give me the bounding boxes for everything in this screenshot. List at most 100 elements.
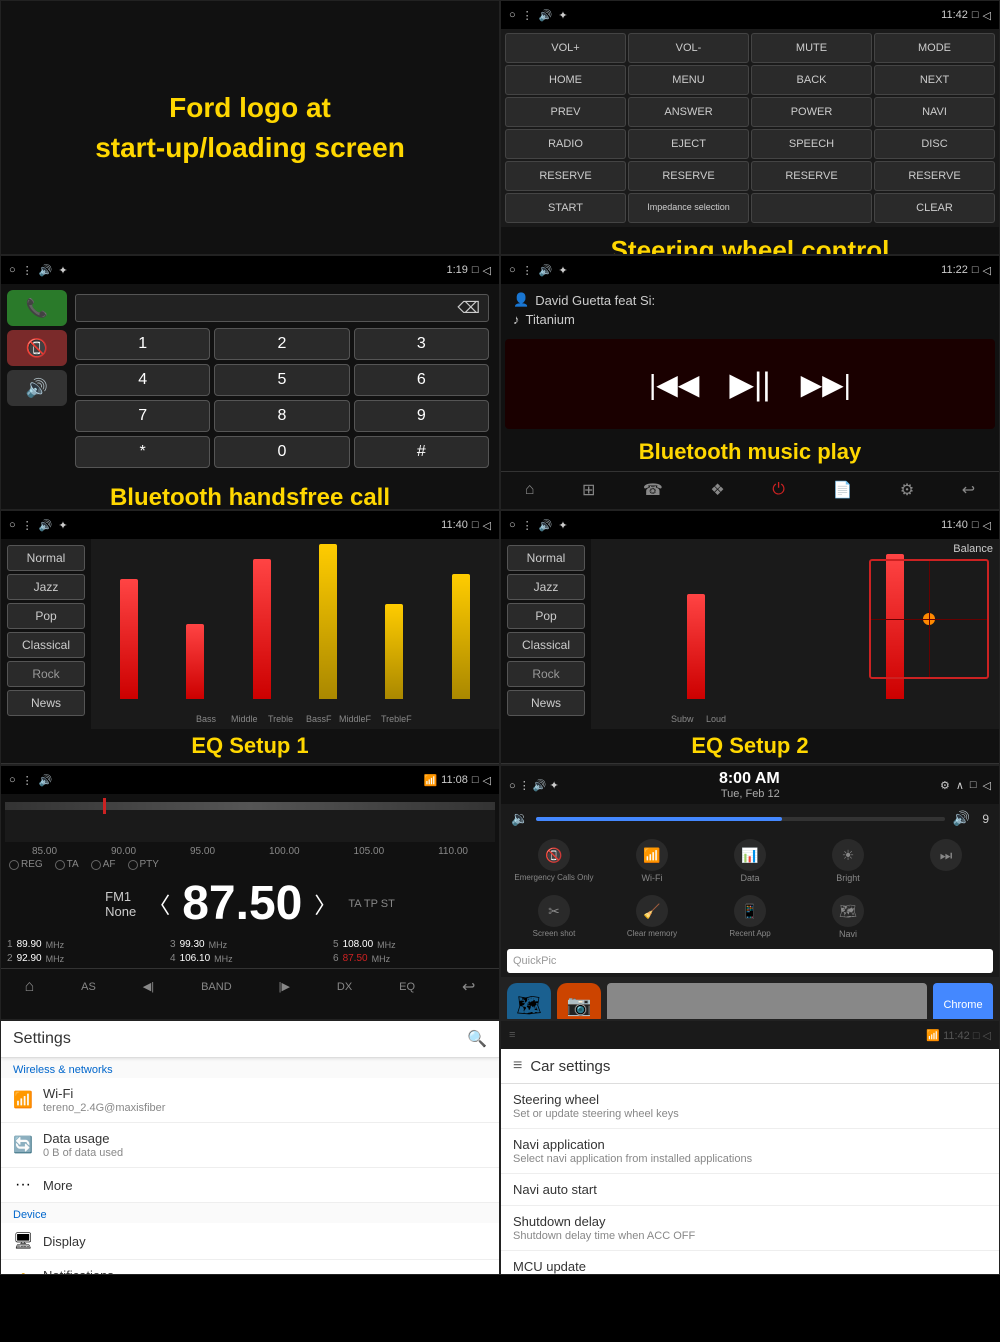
preset-6[interactable]: 687.50MHz: [333, 953, 493, 964]
eq-preset-normal[interactable]: Normal: [7, 545, 85, 571]
key-6[interactable]: 6: [354, 364, 489, 396]
navi-app-setting[interactable]: Navi application Select navi application…: [501, 1129, 999, 1174]
vol-up-icon[interactable]: 🔊: [953, 810, 970, 827]
sw-res1[interactable]: RESERVE: [505, 161, 626, 191]
reg-option[interactable]: REG: [9, 859, 43, 870]
search-settings-icon[interactable]: 🔍: [467, 1029, 487, 1049]
phone-icon[interactable]: ☎: [643, 480, 663, 500]
eq-preset-jazz[interactable]: Jazz: [7, 574, 85, 600]
navi-autostart-setting[interactable]: Navi auto start: [501, 1174, 999, 1206]
radio-band-button[interactable]: BAND: [201, 981, 232, 993]
data-usage-item[interactable]: 🔄 Data usage 0 B of data used: [1, 1123, 499, 1168]
sw-vol-minus[interactable]: VOL-: [628, 33, 749, 63]
preset-2[interactable]: 292.90MHz: [7, 953, 167, 964]
call-red-button[interactable]: 📵: [7, 330, 67, 366]
sw-home[interactable]: HOME: [505, 65, 626, 95]
radio-dx-button[interactable]: DX: [337, 981, 352, 993]
grid-icon[interactable]: ⊞: [582, 480, 595, 500]
eq-preset-classical[interactable]: Classical: [7, 632, 85, 658]
preset-4[interactable]: 4106.10MHz: [170, 953, 330, 964]
sw-eject[interactable]: EJECT: [628, 129, 749, 159]
sw-menu[interactable]: MENU: [628, 65, 749, 95]
notifications-item[interactable]: 🔔 Notifications 1 app blocked from sendi…: [1, 1260, 499, 1275]
sw-start[interactable]: START: [505, 193, 626, 223]
window-btn[interactable]: □: [970, 779, 977, 791]
settings-icon[interactable]: ⚙: [900, 480, 914, 500]
expand-icon[interactable]: ∧: [956, 779, 964, 792]
bar-bassf[interactable]: [319, 544, 337, 699]
eq2-preset-jazz[interactable]: Jazz: [507, 574, 585, 600]
call-green-button[interactable]: 📞: [7, 290, 67, 326]
toggle-recent-app[interactable]: 📱 Recent App: [703, 895, 797, 939]
key-9[interactable]: 9: [354, 400, 489, 432]
sw-radio[interactable]: RADIO: [505, 129, 626, 159]
sw-mute[interactable]: MUTE: [751, 33, 872, 63]
vol-down-icon[interactable]: 🔉: [511, 810, 528, 827]
eq2-preset-rock[interactable]: Rock: [507, 661, 585, 687]
toggle-next[interactable]: ⏭: [899, 839, 993, 883]
sw-power[interactable]: POWER: [751, 97, 872, 127]
key-8[interactable]: 8: [214, 400, 349, 432]
radio-back-icon[interactable]: ↩: [462, 977, 475, 997]
back-icon[interactable]: ↩: [962, 480, 975, 500]
settings-cog-icon[interactable]: ⚙: [940, 779, 950, 792]
eq2-preset-classical[interactable]: Classical: [507, 632, 585, 658]
bar-subw[interactable]: [687, 594, 705, 699]
radio-prev-button[interactable]: ◀|: [143, 980, 154, 993]
key-5[interactable]: 5: [214, 364, 349, 396]
key-0[interactable]: 0: [214, 436, 349, 468]
key-star[interactable]: *: [75, 436, 210, 468]
sw-imp[interactable]: Impedance selection: [628, 193, 749, 223]
pty-option[interactable]: PTY: [128, 859, 159, 870]
maps-app-icon[interactable]: 🗺: [507, 983, 551, 1020]
camera-app-icon[interactable]: 📷: [557, 983, 601, 1020]
eq2-preset-pop[interactable]: Pop: [507, 603, 585, 629]
key-1[interactable]: 1: [75, 328, 210, 360]
toggle-clear-memory[interactable]: 🧹 Clear memory: [605, 895, 699, 939]
wifi-setting-item[interactable]: 📶 Wi-Fi tereno_2.4G@maxisfiber: [1, 1078, 499, 1123]
preset-3[interactable]: 399.30MHz: [170, 939, 330, 950]
toggle-screenshot[interactable]: ✂ Screen shot: [507, 895, 601, 939]
play-pause-button[interactable]: ▶||: [729, 365, 770, 403]
mcu-update-setting[interactable]: MCU update Warning: No ignition and No p…: [501, 1251, 999, 1275]
sw-next[interactable]: NEXT: [874, 65, 995, 95]
eq2-preset-normal[interactable]: Normal: [507, 545, 585, 571]
shutdown-delay-setting[interactable]: Shutdown delay Shutdown delay time when …: [501, 1206, 999, 1251]
more-setting-item[interactable]: ··· More: [1, 1168, 499, 1203]
chrome-app-icon[interactable]: Chrome: [933, 983, 993, 1020]
sw-speech[interactable]: SPEECH: [751, 129, 872, 159]
display-setting-item[interactable]: 🖥 Display: [1, 1223, 499, 1260]
sw-res4[interactable]: RESERVE: [874, 161, 995, 191]
ta-option[interactable]: TA: [55, 859, 79, 870]
backspace-icon[interactable]: ⌫: [457, 298, 480, 318]
preset-5[interactable]: 5108.00MHz: [333, 939, 493, 950]
apps-icon[interactable]: ❖: [710, 480, 724, 500]
key-2[interactable]: 2: [214, 328, 349, 360]
toggle-wifi[interactable]: 📶 Wi-Fi: [605, 839, 699, 883]
speaker-button[interactable]: 🔊: [7, 370, 67, 406]
sw-vol-plus[interactable]: VOL+: [505, 33, 626, 63]
sw-back[interactable]: BACK: [751, 65, 872, 95]
key-7[interactable]: 7: [75, 400, 210, 432]
bar-treblef[interactable]: [452, 574, 470, 699]
toggle-data[interactable]: 📊 Data: [703, 839, 797, 883]
home-icon[interactable]: ⌂: [525, 481, 535, 499]
steering-wheel-setting[interactable]: Steering wheel Set or update steering wh…: [501, 1084, 999, 1129]
toggle-emergency[interactable]: 📵 Emergency Calls Only: [507, 839, 601, 883]
sw-clear[interactable]: CLEAR: [874, 193, 995, 223]
eq-preset-news[interactable]: News: [7, 690, 85, 716]
prev-track-button[interactable]: |◀◀: [649, 368, 699, 401]
next-track-button[interactable]: ▶▶|: [801, 368, 851, 401]
key-3[interactable]: 3: [354, 328, 489, 360]
power-icon[interactable]: ⏻: [772, 481, 785, 499]
sw-answer[interactable]: ANSWER: [628, 97, 749, 127]
sw-res2[interactable]: RESERVE: [628, 161, 749, 191]
sw-disc[interactable]: DISC: [874, 129, 995, 159]
volume-slider[interactable]: [536, 817, 944, 821]
eq-preset-pop[interactable]: Pop: [7, 603, 85, 629]
af-option[interactable]: AF: [91, 859, 116, 870]
toggle-navi[interactable]: 🗺 Navi: [801, 895, 895, 939]
eq-preset-rock[interactable]: Rock: [7, 661, 85, 687]
key-hash[interactable]: #: [354, 436, 489, 468]
eq2-preset-news[interactable]: News: [507, 690, 585, 716]
